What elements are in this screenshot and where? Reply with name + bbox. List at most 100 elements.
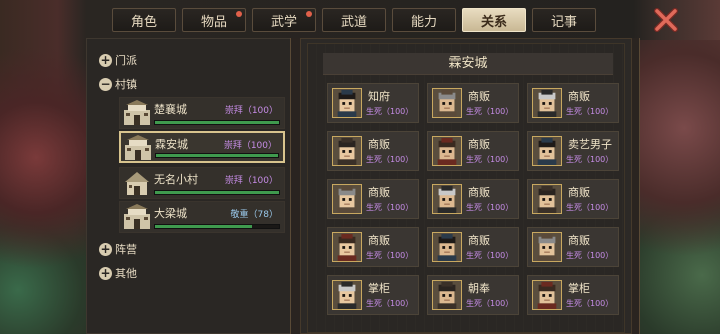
npc-name: 掌柜 (368, 282, 390, 295)
npc-portrait-icon (332, 136, 362, 166)
npc-portrait-icon (532, 136, 562, 166)
town-item[interactable]: 大梁城 敬重（78） (119, 201, 285, 233)
npc-relation-status: 生死（100） (366, 251, 414, 260)
expand-icon: + (99, 52, 112, 67)
tab-label: 关系 (480, 14, 507, 30)
tab-martial-arts[interactable]: 武学 (252, 8, 316, 32)
npc-card[interactable]: 商贩 生死（100） (527, 227, 619, 267)
npc-card[interactable]: 商贩生死（100） (427, 179, 519, 219)
npc-relation-status: 生死（100） (366, 299, 414, 308)
town-item-selected[interactable]: 霖安城 崇拜（100） (119, 131, 285, 163)
npc-card[interactable]: 商贩生死（100） (327, 227, 419, 267)
town-status: 崇拜（100） (224, 106, 278, 116)
town-status: 敬重（78） (230, 210, 278, 220)
npc-portrait-icon (532, 232, 562, 262)
npc-portrait-icon (432, 184, 462, 214)
city-gate-icon (124, 204, 150, 229)
npc-name: 商贩 (568, 186, 590, 199)
collapse-icon: − (99, 76, 112, 91)
tab-label: 武道 (340, 14, 367, 30)
npc-card[interactable]: 商贩生死（100） (327, 179, 419, 219)
npc-relation-status: 生死（100） (566, 299, 614, 308)
npc-relation-status: 生死（100） (466, 203, 514, 212)
npc-card[interactable]: 掌柜生死（100） (327, 275, 419, 315)
town-name: 大梁城 (154, 207, 187, 220)
npc-card[interactable]: 知府 生死（100） (327, 83, 419, 123)
npc-name: 商贩 (568, 90, 590, 103)
group-other[interactable]: + 其他 (99, 264, 137, 282)
town-item[interactable]: 无名小村 崇拜（100） (119, 167, 285, 199)
group-label: 阵营 (115, 243, 137, 256)
tab-label: 记事 (550, 14, 577, 30)
tab-label: 角色 (130, 14, 157, 30)
npc-relation-status: 生死（100） (366, 203, 414, 212)
notification-dot (306, 11, 312, 17)
group-label: 其他 (115, 267, 137, 280)
npc-card[interactable]: 卖艺男子生死（100） (527, 131, 619, 171)
relations-panel: 霖安城 知府 生死（100） 商贩 生死（100） 商贩 生死（100） 商贩 生死（100）… (300, 38, 632, 334)
category-panel: + 门派 − 村镇 楚襄城 崇拜（100） 霖安城 崇拜（100） 无名小村 崇拜（… (86, 38, 292, 334)
npc-relation-status: 生死（100） (566, 155, 614, 164)
npc-portrait-icon (432, 232, 462, 262)
npc-card[interactable]: 商贩 生死（100） (427, 227, 519, 267)
npc-name: 商贩 (368, 138, 390, 151)
npc-card[interactable]: 掌柜生死（100） (527, 275, 619, 315)
town-name: 无名小村 (154, 173, 198, 186)
town-name: 楚襄城 (154, 103, 187, 116)
tab-abilities[interactable]: 能力 (392, 8, 456, 32)
tab-bar: 角色 物品 武学 武道 能力 关系 记事 (112, 8, 596, 34)
panel-title: 霖安城 (323, 53, 613, 75)
town-item[interactable]: 楚襄城 崇拜（100） (119, 97, 285, 129)
notification-dot (236, 11, 242, 17)
tab-wudao[interactable]: 武道 (322, 8, 386, 32)
city-gate-icon (125, 135, 151, 160)
npc-card[interactable]: 商贩生死（100） (527, 83, 619, 123)
tab-label: 物品 (200, 14, 227, 30)
npc-relation-status: 生死（100） (566, 203, 614, 212)
group-label: 村镇 (115, 78, 137, 91)
npc-relation-status: 生死（100） (366, 155, 414, 164)
npc-relation-status: 生死（100） (466, 251, 514, 260)
tab-journal[interactable]: 记事 (532, 8, 596, 32)
close-button[interactable] (652, 6, 680, 34)
tab-character[interactable]: 角色 (112, 8, 176, 32)
npc-relation-status: 生死（100） (366, 107, 414, 116)
group-sect[interactable]: + 门派 (99, 51, 137, 69)
npc-card[interactable]: 商贩 生死（100） (427, 83, 519, 123)
npc-name: 商贩 (468, 138, 490, 151)
group-towns[interactable]: − 村镇 (99, 75, 137, 93)
npc-portrait-icon (332, 88, 362, 118)
reputation-bar (154, 224, 280, 229)
tab-label: 武学 (270, 14, 297, 30)
reputation-bar (154, 190, 280, 195)
npc-card[interactable]: 商贩生死（100） (327, 131, 419, 171)
npc-card[interactable]: 朝奉 生死（100） (427, 275, 519, 315)
npc-card[interactable]: 商贩生死（100） (527, 179, 619, 219)
expand-icon: + (99, 265, 112, 280)
group-label: 门派 (115, 54, 137, 67)
npc-relation-status: 生死（100） (566, 107, 614, 116)
group-faction[interactable]: + 阵营 (99, 240, 137, 258)
npc-name: 商贩 (368, 186, 390, 199)
close-icon (654, 8, 678, 32)
npc-name: 商贩 (468, 186, 490, 199)
tab-items[interactable]: 物品 (182, 8, 246, 32)
village-house-icon (125, 172, 149, 195)
npc-name: 商贩 (368, 234, 390, 247)
tab-label: 能力 (410, 14, 437, 30)
npc-name: 卖艺男子 (568, 138, 612, 151)
npc-name: 掌柜 (568, 282, 590, 295)
npc-portrait-icon (532, 184, 562, 214)
tab-relations[interactable]: 关系 (462, 8, 526, 32)
npc-card[interactable]: 商贩生死（100） (427, 131, 519, 171)
npc-portrait-icon (532, 88, 562, 118)
city-gate-icon (124, 100, 150, 125)
npc-name: 商贩 (568, 234, 590, 247)
npc-portrait-icon (332, 280, 362, 310)
npc-relation-status: 生死（100） (466, 155, 514, 164)
npc-portrait-icon (332, 184, 362, 214)
npc-name: 商贩 (468, 90, 490, 103)
town-status: 崇拜（100） (223, 141, 277, 151)
npc-portrait-icon (432, 280, 462, 310)
npc-portrait-icon (532, 280, 562, 310)
